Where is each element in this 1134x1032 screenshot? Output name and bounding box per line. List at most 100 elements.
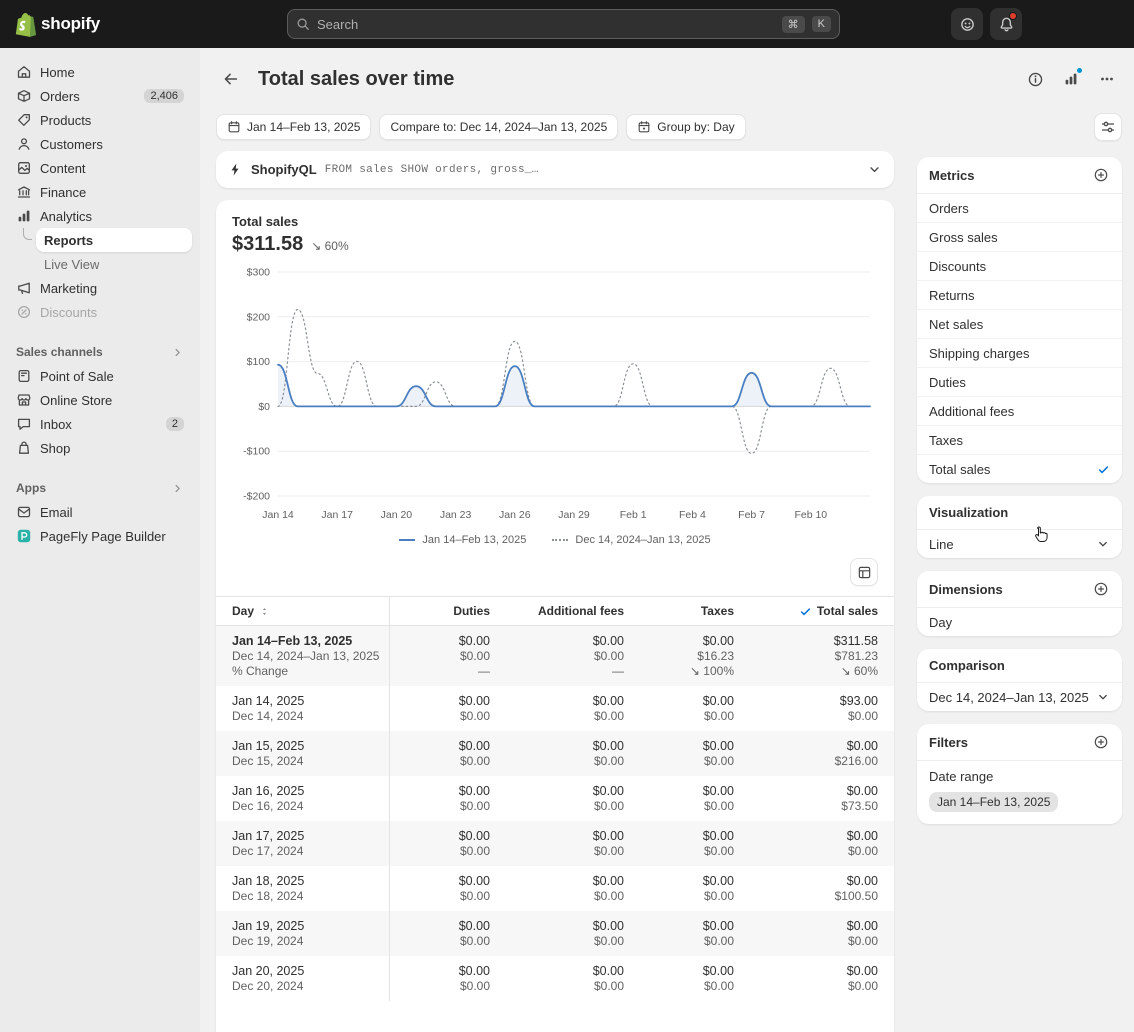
sidebar-item-label: Email	[40, 505, 73, 520]
sidebar: HomeOrders2,406ProductsCustomersContentF…	[0, 48, 200, 1032]
chevron-down-icon[interactable]	[867, 162, 882, 177]
dimension-option-day[interactable]: Day	[917, 608, 1122, 636]
shopify-bag-icon	[14, 12, 36, 37]
metric-option-returns[interactable]: Returns	[917, 281, 1122, 310]
metric-option-discounts[interactable]: Discounts	[917, 252, 1122, 281]
comparison-title: Comparison	[929, 658, 1005, 673]
lightning-icon	[228, 162, 243, 177]
pos-icon	[16, 368, 32, 384]
table-row[interactable]: Jan 16, 2025Dec 16, 2024$0.00$0.00$0.00$…	[216, 776, 894, 821]
metric-option-total-sales[interactable]: Total sales	[917, 455, 1122, 483]
date-range-pill[interactable]: Jan 14–Feb 13, 2025	[216, 114, 371, 140]
table-row[interactable]: Jan 14–Feb 13, 2025Dec 14, 2024–Jan 13, …	[216, 626, 894, 686]
legend-item: Dec 14, 2024–Jan 13, 2025	[552, 534, 710, 546]
sidebar-item-email[interactable]: Email	[8, 500, 192, 524]
table-row[interactable]: Jan 14, 2025Dec 14, 2024$0.00$0.00$0.00$…	[216, 686, 894, 731]
section-header-apps[interactable]: Apps	[8, 476, 192, 500]
section-header-sales-channels[interactable]: Sales channels	[8, 340, 192, 364]
insights-button[interactable]	[1056, 64, 1086, 94]
add-metric-button[interactable]	[1092, 166, 1110, 184]
filter-label: Date range	[929, 769, 1110, 784]
notification-dot	[1009, 12, 1017, 20]
sidebar-item-products[interactable]: Products	[8, 108, 192, 132]
sidebar-item-point-of-sale[interactable]: Point of Sale	[8, 364, 192, 388]
column-header-taxes[interactable]: Taxes	[640, 597, 750, 625]
sidebar-item-finance[interactable]: Finance	[8, 180, 192, 204]
sidebar-item-label: Inbox	[40, 417, 72, 432]
chart-metric-change: ↘ 60%	[311, 239, 348, 253]
sidebar-item-label: Online Store	[40, 393, 112, 408]
sidebar-item-customers[interactable]: Customers	[8, 132, 192, 156]
sidebar-item-content[interactable]: Content	[8, 156, 192, 180]
sidebar-item-home[interactable]: Home	[8, 60, 192, 84]
search-icon	[296, 17, 310, 31]
avatar-button[interactable]	[951, 8, 983, 40]
table-row[interactable]: Jan 18, 2025Dec 18, 2024$0.00$0.00$0.00$…	[216, 866, 894, 911]
inbox-count-badge: 2	[166, 417, 184, 431]
svg-text:$300: $300	[247, 267, 271, 279]
comparison-select[interactable]: Dec 14, 2024–Jan 13, 2025	[917, 683, 1122, 711]
shopifyql-bar[interactable]: ShopifyQL FROM sales SHOW orders, gross_…	[216, 151, 894, 188]
compare-to-pill[interactable]: Compare to: Dec 14, 2024–Jan 13, 2025	[379, 114, 618, 140]
marketing-icon	[16, 280, 32, 296]
metric-option-duties[interactable]: Duties	[917, 368, 1122, 397]
metric-option-net-sales[interactable]: Net sales	[917, 310, 1122, 339]
sidebar-item-shop[interactable]: Shop	[8, 436, 192, 460]
legend-swatch	[399, 539, 415, 541]
table-row[interactable]: Jan 17, 2025Dec 17, 2024$0.00$0.00$0.00$…	[216, 821, 894, 866]
legend-item: Jan 14–Feb 13, 2025	[399, 534, 526, 546]
sidebar-item-pagefly-page-builder[interactable]: PageFly Page Builder	[8, 524, 192, 548]
add-dimension-button[interactable]	[1092, 580, 1110, 598]
sidebar-item-discounts[interactable]: Discounts	[8, 300, 192, 324]
sidebar-item-inbox[interactable]: Inbox 2	[8, 412, 192, 436]
sidebar-item-label: Point of Sale	[40, 369, 114, 384]
sidebar-item-reports[interactable]: Reports	[36, 228, 192, 252]
group-by-pill[interactable]: Group by: Day	[626, 114, 745, 140]
sidebar-item-orders[interactable]: Orders2,406	[8, 84, 192, 108]
shopify-logo[interactable]: shopify	[14, 0, 100, 48]
metric-option-additional-fees[interactable]: Additional fees	[917, 397, 1122, 426]
svg-text:Jan 20: Jan 20	[381, 509, 413, 521]
legend-label: Dec 14, 2024–Jan 13, 2025	[575, 534, 710, 546]
topbar: shopify Search ⌘ K	[0, 0, 1134, 48]
legend-label: Jan 14–Feb 13, 2025	[422, 534, 526, 546]
sidebar-item-live-view[interactable]: Live View	[36, 252, 192, 276]
compare-to-label: Compare to: Dec 14, 2024–Jan 13, 2025	[390, 120, 607, 134]
metric-label: Total sales	[929, 462, 990, 477]
home-icon	[16, 64, 32, 80]
metric-option-gross-sales[interactable]: Gross sales	[917, 223, 1122, 252]
column-header-day[interactable]: Day	[216, 597, 390, 625]
sidebar-item-marketing[interactable]: Marketing	[8, 276, 192, 300]
metric-option-orders[interactable]: Orders	[917, 194, 1122, 223]
sidebar-item-online-store[interactable]: Online Store	[8, 388, 192, 412]
visualization-select[interactable]: Line	[917, 530, 1122, 558]
table-view-button[interactable]	[850, 558, 878, 586]
section-title: Apps	[16, 481, 46, 495]
sidebar-item-analytics[interactable]: Analytics	[8, 204, 192, 228]
notifications-button[interactable]	[990, 8, 1022, 40]
more-actions-button[interactable]	[1092, 64, 1122, 94]
search-input[interactable]: Search ⌘ K	[287, 9, 840, 39]
svg-text:Jan 14: Jan 14	[262, 509, 294, 521]
svg-text:Jan 29: Jan 29	[558, 509, 590, 521]
column-header-additional-fees[interactable]: Additional fees	[506, 597, 640, 625]
sidebar-item-label: Orders	[40, 89, 80, 104]
customize-report-button[interactable]	[1094, 113, 1122, 141]
date-range-filter-tag[interactable]: Jan 14–Feb 13, 2025	[929, 792, 1058, 812]
table-row[interactable]: Jan 20, 2025Dec 20, 2024$0.00$0.00$0.00$…	[216, 956, 894, 1001]
add-filter-button[interactable]	[1092, 733, 1110, 751]
more-icon	[1099, 71, 1115, 87]
filters-title: Filters	[929, 735, 968, 750]
metric-option-taxes[interactable]: Taxes	[917, 426, 1122, 455]
table-row[interactable]: Jan 15, 2025Dec 15, 2024$0.00$0.00$0.00$…	[216, 731, 894, 776]
column-header-total-sales[interactable]: Total sales	[750, 597, 894, 625]
metric-option-shipping-charges[interactable]: Shipping charges	[917, 339, 1122, 368]
back-button[interactable]	[216, 64, 246, 94]
column-header-duties[interactable]: Duties	[390, 597, 506, 625]
info-button[interactable]	[1020, 64, 1050, 94]
svg-text:-$200: -$200	[243, 491, 270, 503]
metric-label: Net sales	[929, 317, 983, 332]
comparison-value: Dec 14, 2024–Jan 13, 2025	[929, 690, 1089, 705]
table-row[interactable]: Jan 19, 2025Dec 19, 2024$0.00$0.00$0.00$…	[216, 911, 894, 956]
svg-text:Feb 4: Feb 4	[679, 509, 706, 521]
